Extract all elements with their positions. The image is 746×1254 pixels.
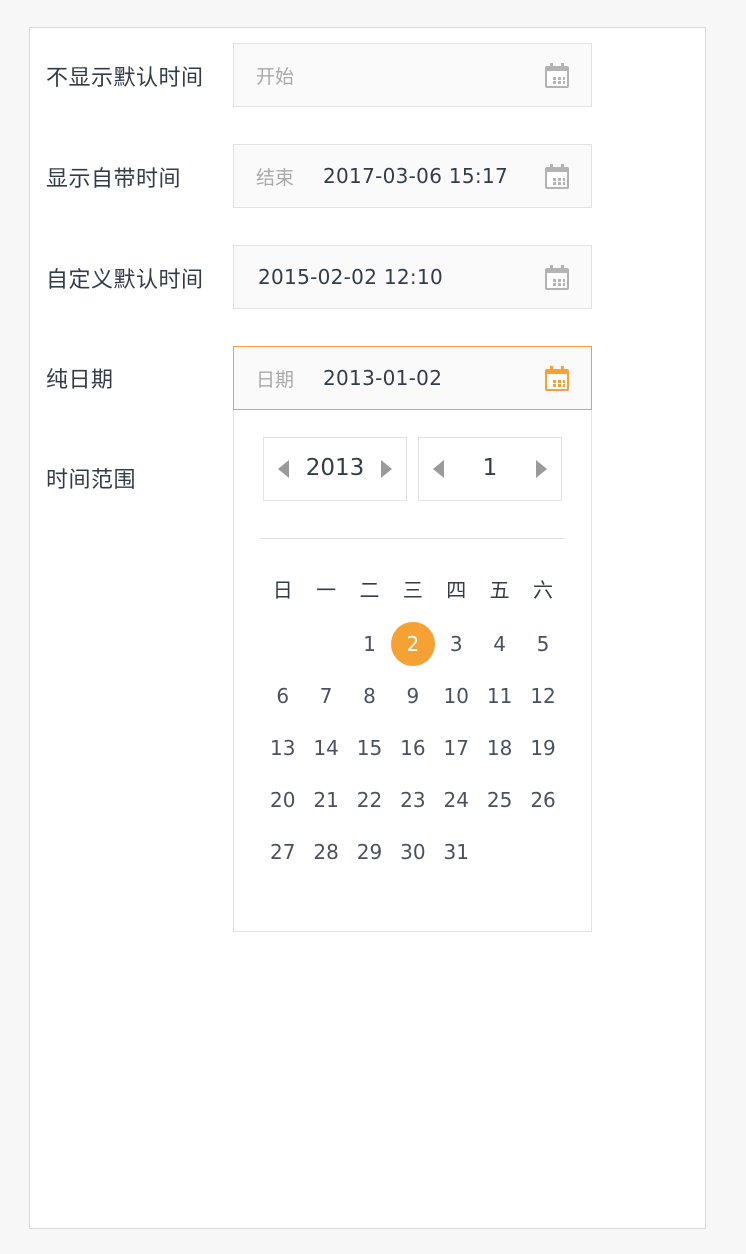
day-number: 13 [269, 736, 296, 760]
label-time-range: 时间范围 [46, 468, 137, 493]
day-cell[interactable]: 9 [391, 670, 434, 722]
day-grid: 1 2 3 4 5 6 7 8 9 10 11 12 13 14 15 16 17 18 19 20 21 22 23 24 2… [261, 618, 565, 878]
day-cell[interactable]: 30 [391, 826, 434, 878]
weekday-label: 五 [489, 578, 510, 602]
day-cell[interactable]: 7 [304, 670, 347, 722]
day-number: 14 [313, 736, 339, 760]
day-number: 18 [486, 736, 513, 760]
day-number: 7 [319, 684, 333, 708]
day-number: 21 [313, 788, 339, 812]
weekday-label: 三 [402, 578, 423, 602]
weekday-label: 二 [359, 578, 380, 602]
day-number: 2 [391, 622, 435, 666]
label-show-own-time: 显示自带时间 [46, 167, 182, 192]
day-number: 19 [530, 736, 556, 760]
day-cell[interactable]: 6 [261, 670, 304, 722]
day-cell[interactable]: 16 [391, 722, 434, 774]
label-date-only: 纯日期 [46, 368, 114, 393]
field-value: 2013-01-02 [323, 366, 443, 390]
weekday-header: 日一二三四五六 [261, 574, 565, 603]
field-prefix: 开始 [256, 66, 295, 88]
day-cell[interactable]: 17 [435, 722, 478, 774]
date-field-no-default[interactable]: 开始 [233, 43, 592, 107]
calendar-icon[interactable] [544, 164, 570, 190]
weekday-label: 一 [316, 578, 337, 602]
day-cell[interactable]: 4 [478, 618, 521, 670]
day-number: 11 [486, 684, 513, 708]
triangle-right-icon[interactable] [536, 460, 547, 478]
day-number: 23 [400, 788, 426, 812]
day-cell[interactable]: 24 [435, 774, 478, 826]
date-field-own-time[interactable]: 结束 2017-03-06 15:17 [233, 144, 592, 208]
day-number: 29 [356, 840, 383, 864]
day-cell[interactable]: 23 [391, 774, 434, 826]
day-number: 3 [449, 632, 463, 656]
day-number: 12 [530, 684, 556, 708]
day-cell[interactable]: 20 [261, 774, 304, 826]
day-cell[interactable]: 15 [348, 722, 391, 774]
day-number: 31 [443, 840, 469, 864]
day-cell[interactable]: 1 [348, 618, 391, 670]
weekday-label: 六 [533, 578, 554, 602]
day-cell[interactable]: 21 [304, 774, 347, 826]
day-cell[interactable]: 14 [304, 722, 347, 774]
day-cell[interactable]: 13 [261, 722, 304, 774]
field-prefix: 结束 [256, 167, 295, 189]
day-number: 27 [269, 840, 296, 864]
field-value: 2017-03-06 15:17 [323, 164, 509, 188]
day-cell-empty [261, 618, 304, 670]
day-cell[interactable]: 18 [478, 722, 521, 774]
month-stepper: 1 [418, 437, 562, 501]
day-number: 17 [443, 736, 469, 760]
day-cell-selected[interactable]: 2 [391, 618, 435, 670]
day-number: 8 [363, 684, 376, 708]
label-no-default-time: 不显示默认时间 [46, 66, 204, 91]
day-number: 16 [400, 736, 426, 760]
day-number: 22 [356, 788, 383, 812]
day-cell[interactable]: 5 [521, 618, 564, 670]
day-cell[interactable]: 27 [261, 826, 304, 878]
day-cell-empty [304, 618, 347, 670]
day-cell[interactable]: 29 [348, 826, 391, 878]
weekday-label: 日 [272, 578, 293, 602]
day-number: 15 [356, 736, 383, 760]
year-stepper: 2013 [263, 437, 407, 501]
day-cell[interactable]: 25 [478, 774, 521, 826]
day-cell[interactable]: 10 [435, 670, 478, 722]
day-number: 26 [530, 788, 556, 812]
field-prefix: 日期 [256, 369, 295, 391]
field-value: 2015-02-02 12:10 [258, 265, 444, 289]
day-number: 10 [443, 684, 469, 708]
date-picker-dropdown: 2013 1 日一二三四五六 1 2 3 4 5 6 7 8 9 10 11 12 13 14 15 16 17… [233, 410, 592, 932]
day-number: 5 [536, 632, 550, 656]
date-field-custom-default[interactable]: 2015-02-02 12:10 [233, 245, 592, 309]
day-cell[interactable]: 26 [521, 774, 564, 826]
day-cell[interactable]: 22 [348, 774, 391, 826]
day-cell[interactable]: 3 [435, 618, 478, 670]
calendar-icon[interactable] [544, 265, 570, 291]
day-cell[interactable]: 31 [435, 826, 478, 878]
day-number: 25 [486, 788, 513, 812]
day-number: 24 [443, 788, 469, 812]
day-number: 28 [313, 840, 339, 864]
day-number: 30 [400, 840, 426, 864]
day-number: 20 [269, 788, 296, 812]
triangle-right-icon[interactable] [381, 460, 392, 478]
day-cell[interactable]: 12 [521, 670, 564, 722]
label-custom-default-time: 自定义默认时间 [46, 268, 204, 293]
day-number: 9 [406, 684, 420, 708]
calendar-icon[interactable] [544, 63, 570, 89]
day-cell[interactable]: 28 [304, 826, 347, 878]
weekday-label: 四 [446, 578, 467, 602]
day-cell[interactable]: 19 [521, 722, 564, 774]
date-field-date-only[interactable]: 日期 2013-01-02 [233, 346, 592, 410]
day-cell[interactable]: 8 [348, 670, 391, 722]
day-number: 6 [276, 684, 290, 708]
day-number: 4 [493, 632, 507, 656]
divider [260, 538, 565, 539]
day-number: 1 [363, 632, 376, 656]
form-panel: 不显示默认时间 开始 显示自带时间 结束 2017-03-06 15:17 自定… [29, 27, 706, 1229]
day-cell[interactable]: 11 [478, 670, 521, 722]
calendar-icon[interactable] [544, 366, 570, 392]
